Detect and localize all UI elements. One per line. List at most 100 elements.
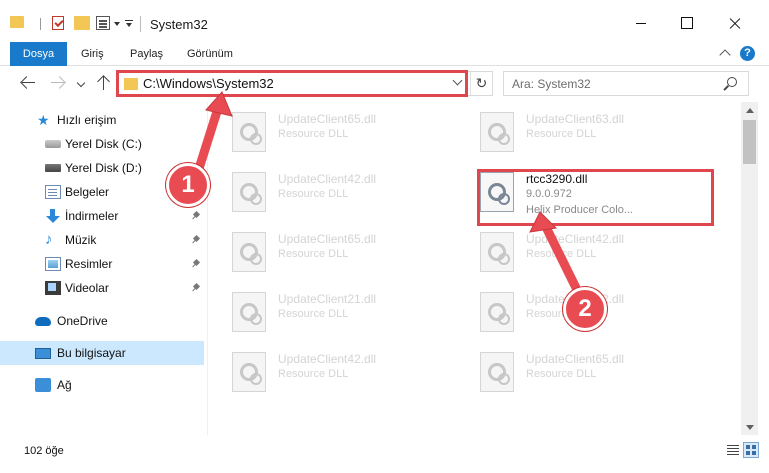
sidebar-item-label: Resimler [65,257,113,271]
pin-icon[interactable] [191,284,200,293]
star-icon: ★ [37,112,50,128]
file-highlight-box [477,169,714,226]
sidebar-item-network[interactable]: Ağ [0,373,204,397]
properties-check-icon[interactable] [52,16,64,30]
file-description: Resource DLL [526,368,597,380]
tab-file[interactable]: Dosya [10,42,67,66]
dll-file-icon [232,352,266,392]
file-tile[interactable]: UpdateClient42.dll Resource DLL [214,166,450,216]
dll-file-icon [480,112,514,152]
cloud-icon [35,316,51,326]
downloads-icon [45,209,61,223]
file-name: UpdateClient42.dll [278,172,377,186]
file-name: UpdateClient42.dll [526,232,625,246]
documents-icon [45,185,61,199]
new-folder-icon[interactable] [74,16,90,30]
dll-file-icon [480,292,514,332]
file-tile[interactable]: UpdateClient65.dll Resource DLL [214,106,450,156]
properties-icon[interactable] [96,16,110,30]
sidebar-item-label: Belgeler [65,185,110,199]
pin-icon[interactable] [191,236,200,245]
dll-file-icon [232,172,266,212]
sidebar-item-downloads[interactable]: İndirmeler [0,204,204,228]
file-tile[interactable]: UpdateClient65.dll Resource DLL [214,226,450,276]
step-badge-1: 1 [166,163,210,207]
address-highlight-box [116,70,468,97]
file-description: Resource DLL [278,368,349,380]
tab-home[interactable]: Giriş [69,42,116,66]
tab-view[interactable]: Görünüm [175,42,245,66]
minimize-button[interactable] [618,8,664,38]
help-button[interactable]: ? [740,46,755,61]
maximize-button[interactable] [664,8,710,38]
sidebar-item-label: İndirmeler [65,209,119,223]
sidebar-item-music[interactable]: ♪ Müzik [0,228,204,252]
refresh-button[interactable]: ↻ [470,72,492,95]
forward-button[interactable] [50,75,66,91]
tab-share[interactable]: Paylaş [118,42,175,66]
title-separator [140,16,141,32]
dll-file-icon [232,292,266,332]
search-icon[interactable] [727,77,737,87]
sidebar-item-pictures[interactable]: Resimler [0,252,204,276]
file-name: UpdateClient65.dll [278,232,377,246]
sidebar-item-disk-c[interactable]: Yerel Disk (C:) [0,132,204,156]
sidebar-item-label: Yerel Disk (C:) [65,137,142,151]
up-button[interactable] [96,74,112,92]
pin-icon[interactable] [191,260,200,269]
music-icon: ♪ [45,231,53,248]
search-input[interactable]: Ara: System32 [512,77,591,91]
ribbon-tabs: Dosya Giriş Paylaş Görünüm ? [0,42,769,66]
file-name: UpdateClient42.dll [278,352,377,366]
file-description: Resource DLL [526,128,597,140]
sidebar-item-quick-access[interactable]: ★ Hızlı erişim [0,108,204,132]
chevron-down-icon[interactable] [114,22,120,26]
sidebar-item-videos[interactable]: Videolar [0,276,204,300]
scroll-down-icon[interactable] [746,425,754,430]
computer-icon [35,347,51,359]
step-badge-2: 2 [563,287,607,331]
scroll-up-icon[interactable] [746,108,754,113]
close-button[interactable] [712,8,758,38]
sidebar-item-onedrive[interactable]: OneDrive [0,309,204,333]
drive-icon [45,140,61,148]
sidebar-item-label: Ağ [57,378,72,392]
file-description: Resource DLL [278,188,349,200]
sidebar-item-label: OneDrive [57,314,108,328]
file-name: UpdateClient65.dll [278,112,377,126]
back-button[interactable] [20,75,36,91]
pin-icon[interactable] [191,212,200,221]
sidebar-item-label: Yerel Disk (D:) [65,161,142,175]
item-count: 102 öğe [24,445,64,457]
file-name: UpdateClient63.dll [526,112,625,126]
file-description: Resource DLL [278,128,349,140]
sidebar-item-this-pc[interactable]: Bu bilgisayar [0,341,204,365]
file-tile[interactable]: UpdateClient65.dll Resource DLL [462,346,698,396]
network-icon [35,378,51,392]
details-view-icon[interactable] [727,444,739,456]
search-box[interactable]: Ara: System32 [503,71,749,96]
sidebar-item-label: Hızlı erişim [57,113,117,127]
status-bar: 102 öğe [0,437,769,473]
file-tile[interactable]: UpdateClient63.dll Resource DLL [462,106,698,156]
file-description: Resource DLL [278,248,349,260]
tiles-view-icon[interactable] [743,442,759,458]
file-name: UpdateClient21.dll [278,292,377,306]
sidebar-item-label: Müzik [65,233,97,247]
file-tile[interactable]: UpdateClient21.dll Resource DLL [214,286,450,336]
pictures-icon [45,257,61,271]
vertical-scrollbar[interactable] [741,102,758,435]
file-tile[interactable]: UpdateClient42.dll Resource DLL [462,226,698,276]
file-description: Resource DLL [278,308,349,320]
drive-icon [45,164,61,172]
navigation-bar: C:\Windows\System32 ↻ Ara: System32 [0,66,769,102]
scroll-thumb[interactable] [743,120,756,164]
sidebar-item-label: Bu bilgisayar [57,346,126,360]
window-title: System32 [150,17,208,32]
expand-ribbon-icon[interactable] [719,49,731,61]
dll-file-icon [232,112,266,152]
file-tile[interactable]: UpdateClient42.dll Resource DLL [214,346,450,396]
dll-file-icon [480,352,514,392]
dll-file-icon [480,232,514,272]
recent-locations-icon[interactable] [76,78,86,88]
